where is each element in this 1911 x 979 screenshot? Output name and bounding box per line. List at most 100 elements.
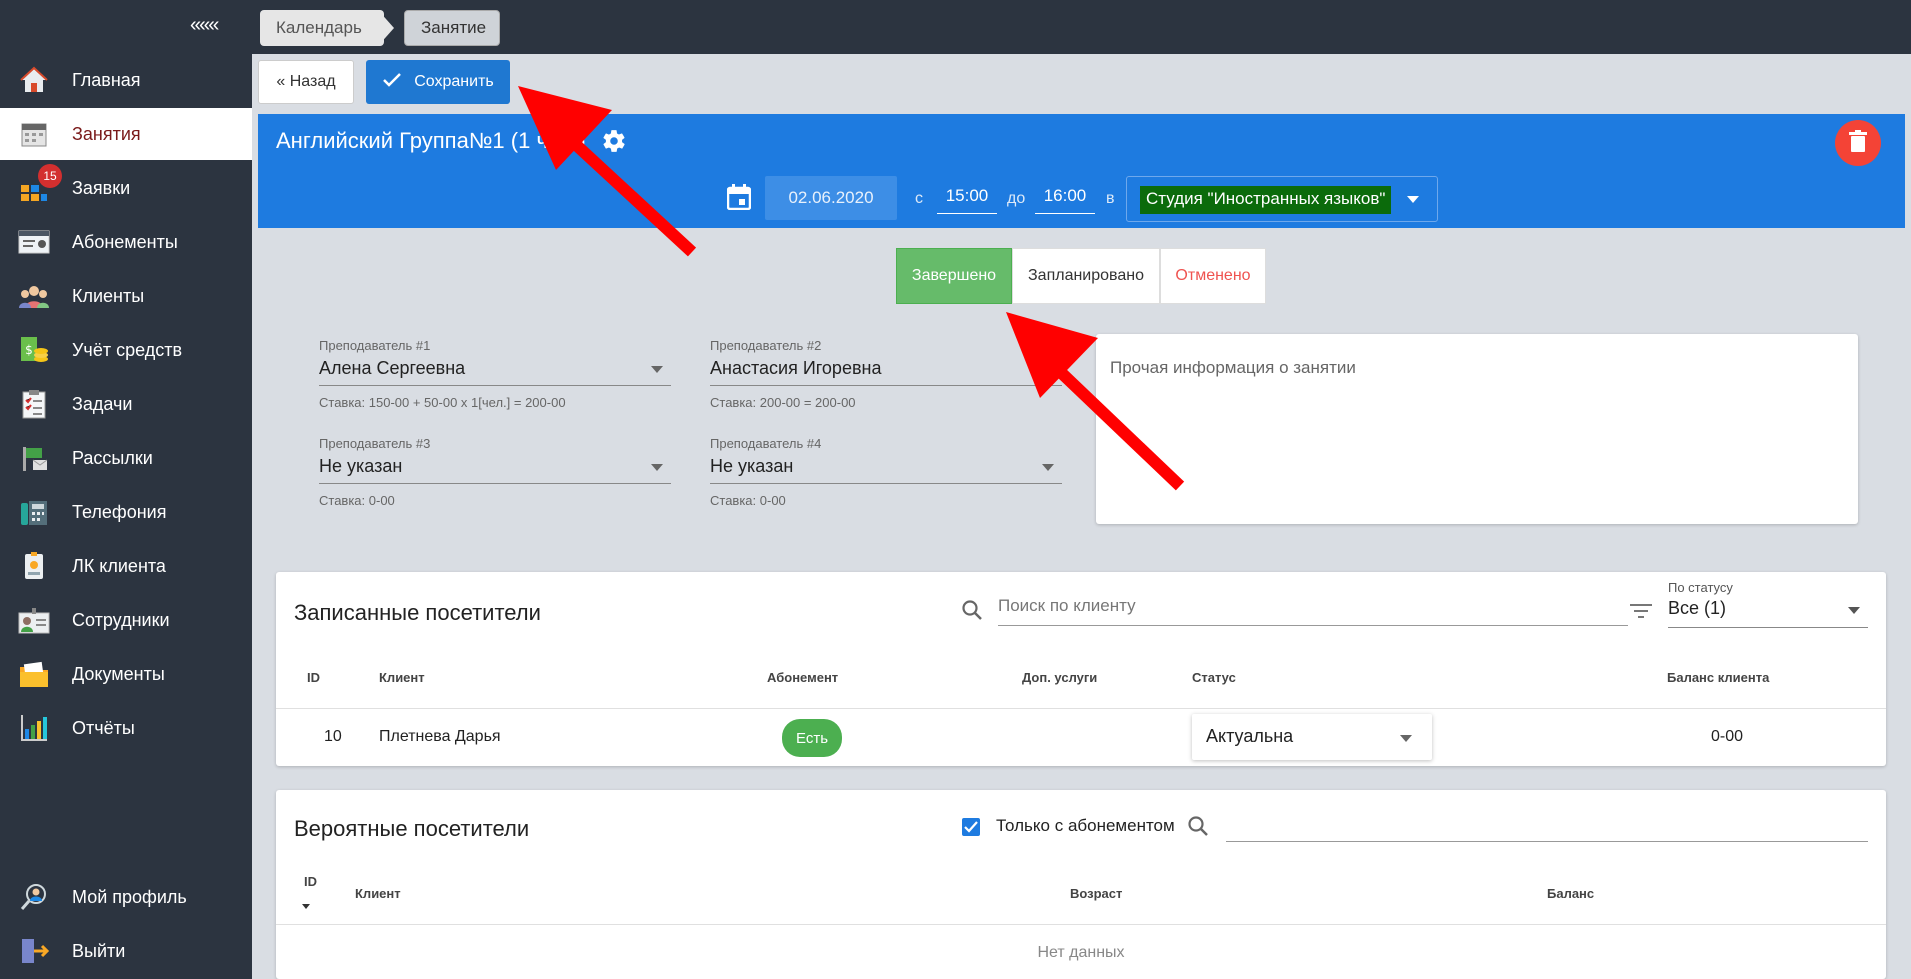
sidebar-item-client-cabinet[interactable]: ЛК клиента — [0, 540, 252, 592]
teacher-2-select[interactable]: Преподаватель #2 Анастасия Игоревна Став… — [710, 338, 1062, 410]
teacher-value[interactable]: Не указан — [319, 456, 671, 484]
probable-search-input[interactable] — [1226, 812, 1868, 842]
date-field[interactable]: 02.06.2020 — [765, 176, 897, 220]
sidebar-item-logout[interactable]: Выйти — [0, 925, 252, 977]
sidebar-item-label: Заявки — [72, 177, 131, 198]
visitor-status-select[interactable]: Актуальна — [1192, 714, 1432, 760]
save-button[interactable]: Сохранить — [366, 60, 510, 104]
svg-text:$: $ — [25, 343, 33, 357]
column-header[interactable]: ID — [307, 670, 320, 685]
time-from-field[interactable]: 15:00 — [937, 186, 997, 214]
sort-down-icon[interactable] — [302, 904, 310, 909]
tasks-icon — [18, 388, 50, 420]
phone-icon — [18, 496, 50, 528]
mailing-icon — [18, 442, 50, 474]
status-planned-toggle[interactable]: Запланировано — [1012, 248, 1160, 304]
time-to-field[interactable]: 16:00 — [1035, 186, 1095, 214]
teacher-3-select[interactable]: Преподаватель #3 Не указан Ставка: 0-00 — [319, 436, 671, 508]
column-header[interactable]: ID — [304, 874, 317, 889]
sidebar-item-finance[interactable]: $ Учёт средств — [0, 324, 252, 376]
time-from-label: с — [915, 190, 923, 207]
status-done-toggle[interactable]: Завершено — [896, 248, 1012, 304]
search-icon — [960, 598, 984, 627]
place-chip: Студия "Иностранных языков" — [1140, 186, 1392, 214]
column-header[interactable]: Возраст — [1070, 886, 1122, 901]
sidebar-item-lessons[interactable]: Занятия — [0, 108, 252, 160]
teacher-name: Не указан — [710, 456, 794, 476]
column-header[interactable]: Статус — [1192, 670, 1236, 685]
teacher-value[interactable]: Анастасия Игоревна — [710, 358, 1062, 386]
money-icon: $ — [18, 334, 50, 366]
sidebar-item-home[interactable]: Главная — [0, 54, 252, 106]
status-filter-select[interactable]: Все (1) — [1668, 598, 1868, 628]
lesson-header: Английский Группа№1 (1 чел.) 02.06.2020 … — [258, 114, 1905, 228]
column-header[interactable]: Доп. услуги — [1022, 670, 1097, 685]
sidebar-item-tasks[interactable]: Задачи — [0, 378, 252, 430]
sidebar-item-label: Отчёты — [72, 717, 135, 738]
chevron-down-icon — [1400, 735, 1412, 742]
sidebar-item-documents[interactable]: Документы — [0, 648, 252, 700]
row-divider — [276, 924, 1886, 925]
client-search-input[interactable]: Поиск по клиенту — [998, 596, 1628, 626]
sidebar-item-label: Мой профиль — [72, 886, 187, 907]
breadcrumb-calendar[interactable]: Календарь — [260, 10, 384, 46]
sidebar-item-clients[interactable]: Клиенты — [0, 270, 252, 322]
save-button-label: Сохранить — [414, 73, 494, 90]
subscription-chip[interactable]: Есть — [782, 719, 842, 757]
column-header[interactable]: Баланс клиента — [1667, 670, 1769, 685]
only-with-subscription-label[interactable]: Только с абонементом — [996, 816, 1175, 836]
column-header[interactable]: Баланс — [1547, 886, 1594, 901]
teacher-1-select[interactable]: Преподаватель #1 Алена Сергеевна Ставка:… — [319, 338, 671, 410]
documents-icon — [18, 658, 50, 690]
sidebar-item-my-profile[interactable]: Мой профиль — [0, 871, 252, 923]
gear-icon[interactable] — [601, 128, 627, 159]
sidebar-item-requests[interactable]: 15 Заявки — [0, 162, 252, 214]
sidebar-item-label: Задачи — [72, 393, 133, 414]
collapse-sidebar-button[interactable]: ««« — [190, 14, 219, 37]
column-header[interactable]: Клиент — [355, 886, 401, 901]
sidebar-item-label: ЛК клиента — [72, 555, 166, 576]
filter-icon[interactable] — [1630, 602, 1652, 625]
back-button[interactable]: « Назад — [258, 60, 354, 104]
sidebar-item-label: Абонементы — [72, 231, 178, 252]
only-with-subscription-checkbox[interactable] — [962, 818, 980, 836]
status-cancelled-toggle[interactable]: Отменено — [1160, 248, 1266, 304]
teacher-caption: Преподаватель #2 — [710, 338, 822, 353]
client-cabinet-icon — [18, 550, 50, 582]
sidebar-item-label: Главная — [72, 69, 141, 90]
calendar-icon[interactable] — [726, 184, 752, 215]
teacher-rate: Ставка: 200-00 = 200-00 — [710, 395, 856, 410]
visitor-status-value: Актуальна — [1206, 726, 1294, 746]
row-client[interactable]: Плетнева Дарья — [379, 728, 501, 746]
chevron-down-icon — [651, 464, 663, 471]
column-header[interactable]: Абонемент — [767, 670, 838, 685]
row-id: 10 — [324, 728, 342, 745]
row-divider — [276, 708, 1886, 709]
sidebar-item-label: Учёт средств — [72, 339, 183, 360]
subscription-card-icon — [18, 226, 50, 258]
sidebar-item-reports[interactable]: Отчёты — [0, 702, 252, 754]
place-label: в — [1106, 190, 1115, 207]
column-header[interactable]: Клиент — [379, 670, 425, 685]
empty-table-text: Нет данных — [1037, 944, 1125, 961]
sidebar-item-label: Занятия — [72, 123, 141, 144]
lesson-notes-textarea[interactable]: Прочая информация о занятии — [1096, 334, 1858, 524]
place-select[interactable]: Студия "Иностранных языков" — [1126, 176, 1438, 222]
teacher-value[interactable]: Алена Сергеевна — [319, 358, 671, 386]
sidebar-item-employees[interactable]: Сотрудники — [0, 594, 252, 646]
sidebar-item-telephony[interactable]: Телефония — [0, 486, 252, 538]
sidebar-item-label: Сотрудники — [72, 609, 170, 630]
delete-button[interactable] — [1835, 120, 1881, 166]
sidebar-item-mailings[interactable]: Рассылки — [0, 432, 252, 484]
sidebar-item-subscriptions[interactable]: Абонементы — [0, 216, 252, 268]
teacher-value[interactable]: Не указан — [710, 456, 1062, 484]
search-icon — [1186, 814, 1210, 843]
sidebar-item-label: Документы — [72, 663, 165, 684]
teacher-caption: Преподаватель #3 — [319, 436, 431, 451]
teacher-rate: Ставка: 0-00 — [319, 493, 395, 508]
check-icon — [382, 72, 402, 93]
breadcrumb-lesson[interactable]: Занятие — [404, 10, 500, 46]
teacher-caption: Преподаватель #4 — [710, 436, 822, 451]
sidebar-item-label: Рассылки — [72, 447, 153, 468]
teacher-4-select[interactable]: Преподаватель #4 Не указан Ставка: 0-00 — [710, 436, 1062, 508]
